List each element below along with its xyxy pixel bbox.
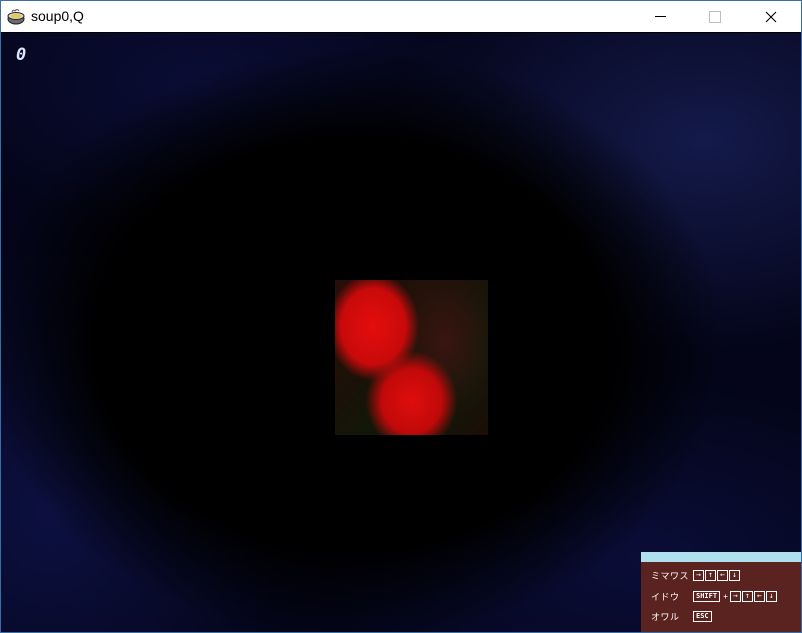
score-counter: 0 [16, 45, 27, 65]
help-row-look: ミマワス → ↑ ← ↓ [651, 568, 741, 582]
app-soup-bowl-icon [7, 9, 25, 25]
help-row-move: イドウ SHIFT + → ↑ ← ↓ [651, 589, 778, 603]
key-up-arrow: ↑ [741, 590, 753, 602]
help-label-quit: オワル [651, 612, 680, 623]
key-right-arrow: → [729, 590, 741, 602]
minimize-button[interactable] [637, 1, 683, 32]
close-icon [765, 11, 777, 22]
soup-sprite [335, 280, 488, 435]
key-left-arrow: ← [717, 569, 728, 581]
key-left-arrow: ← [753, 590, 765, 602]
help-label-look: ミマワス [651, 571, 690, 582]
plus-sign: + [723, 591, 728, 601]
maximize-icon [709, 10, 721, 23]
key-esc: ESC [693, 610, 712, 622]
maximize-button[interactable] [692, 1, 738, 32]
title-bar[interactable]: soup0,Q [1, 1, 801, 32]
key-down-arrow: ↓ [765, 590, 777, 602]
close-button[interactable] [748, 1, 794, 32]
key-shift: SHIFT [693, 590, 721, 602]
minimize-icon [654, 16, 666, 17]
window-title: soup0,Q [31, 8, 84, 24]
help-panel-accent-bar [641, 552, 801, 562]
key-up-arrow: ↑ [705, 569, 716, 581]
game-window: soup0,Q 0 ミマワス → ↑ ← ↓ イドウ SHIFT + → ↑ ←… [0, 0, 802, 633]
key-right-arrow: → [693, 569, 704, 581]
help-label-move: イドウ [651, 592, 680, 603]
controls-help-panel: ミマワス → ↑ ← ↓ イドウ SHIFT + → ↑ ← ↓ オワル ESC [641, 552, 801, 632]
key-down-arrow: ↓ [729, 569, 740, 581]
game-canvas[interactable]: 0 ミマワス → ↑ ← ↓ イドウ SHIFT + → ↑ ← ↓ オワル E… [1, 33, 801, 632]
help-row-quit: オワル ESC [651, 609, 713, 623]
